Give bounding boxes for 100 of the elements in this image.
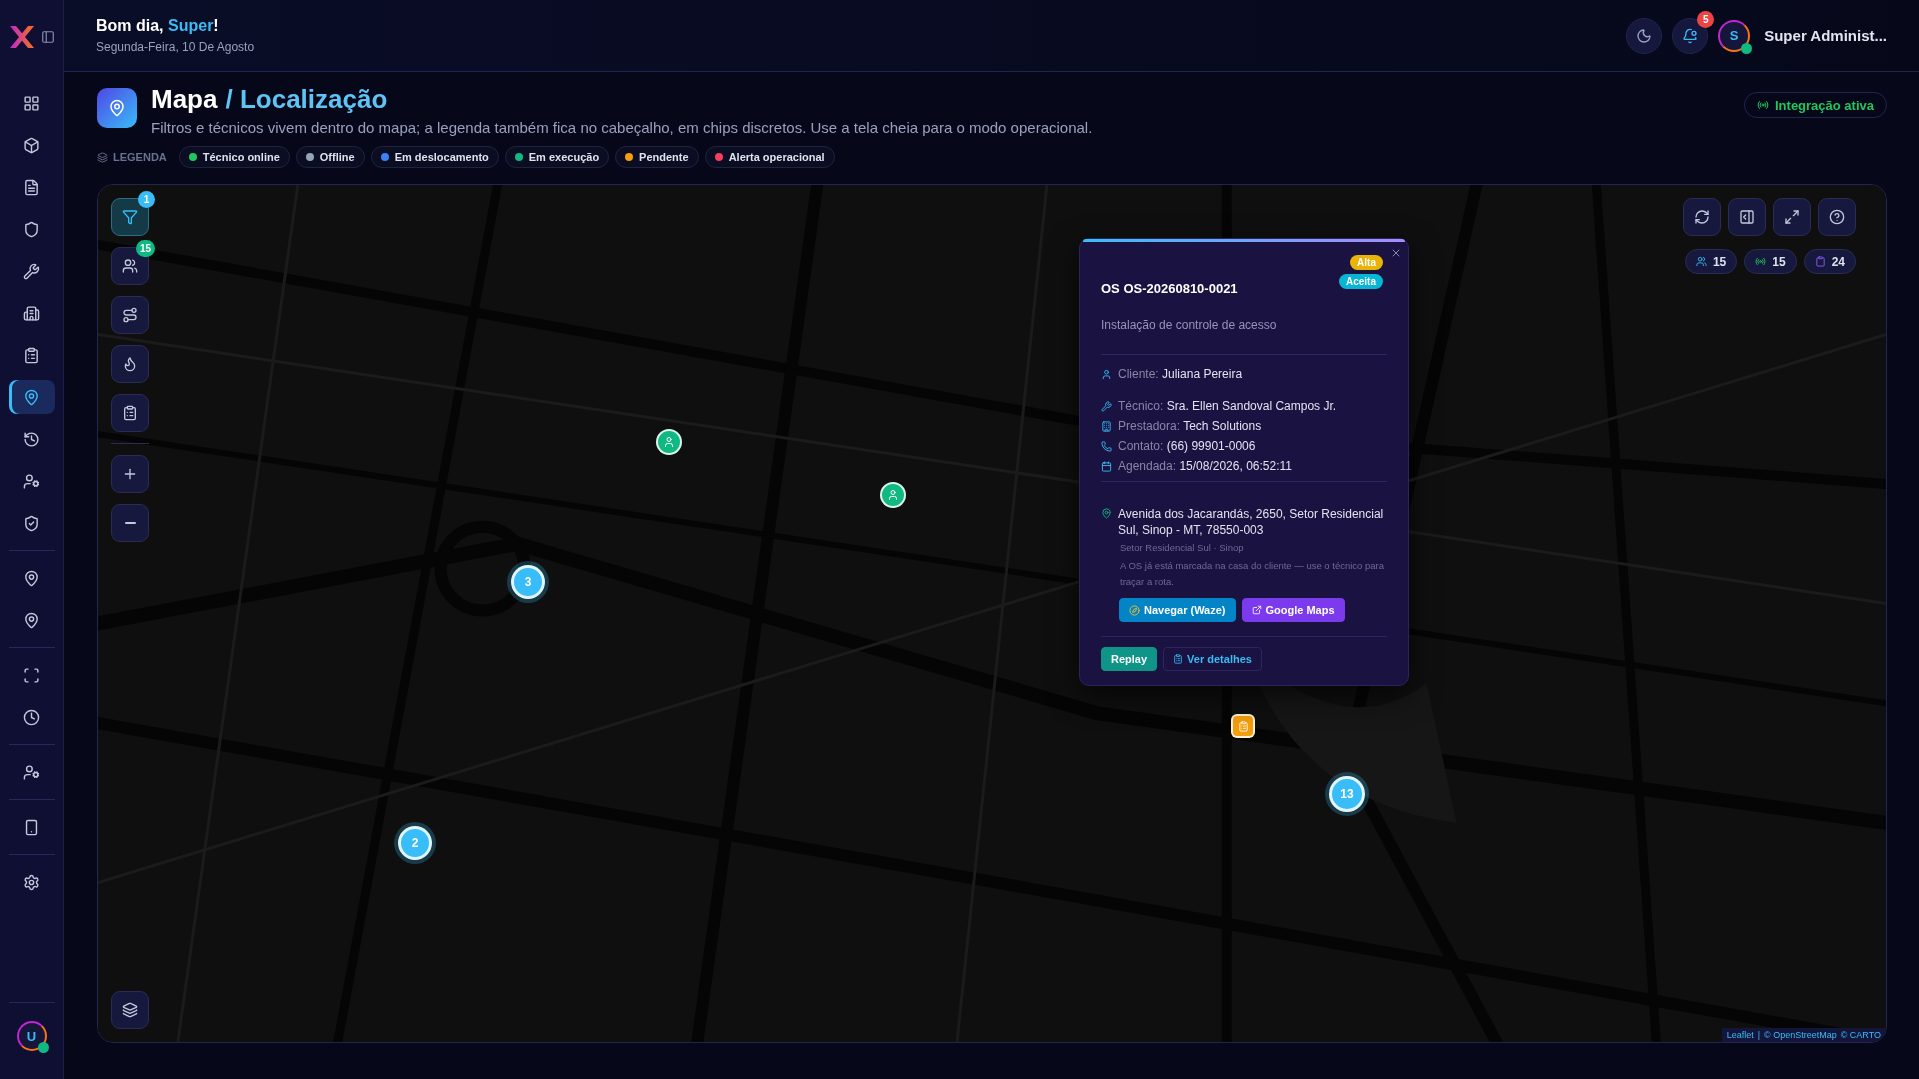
details-button[interactable]: Ver detalhes <box>1163 647 1262 671</box>
wrench-icon <box>23 262 40 280</box>
box-icon <box>23 136 40 154</box>
legend-chip: Alerta operacional <box>704 146 835 168</box>
leaflet-link[interactable]: Leaflet <box>1726 1030 1754 1040</box>
source-link[interactable]: © CARTO <box>1840 1030 1881 1040</box>
external-link-icon <box>1251 605 1262 615</box>
map-pin-icon <box>23 611 40 629</box>
status-badge: Aceita <box>1339 274 1383 289</box>
grid-icon <box>23 94 40 112</box>
heatmap-button[interactable] <box>111 345 149 383</box>
clipboard-icon <box>1237 720 1249 732</box>
map-pin-icon <box>23 388 40 406</box>
moon-icon <box>1636 27 1653 44</box>
detail-line: Contato: (66) 99901-0006 <box>1118 439 1256 453</box>
layers-icon <box>122 1002 138 1018</box>
user-gear-icon <box>23 763 40 781</box>
layers-button[interactable] <box>111 991 149 1029</box>
source-link[interactable]: © OpenStreetMap <box>1764 1030 1837 1040</box>
user-gear-icon <box>23 472 40 490</box>
settings-icon <box>23 873 40 891</box>
replay-button[interactable]: Replay <box>1101 647 1158 671</box>
user-avatar[interactable]: S <box>1718 19 1751 52</box>
history-icon <box>23 430 40 448</box>
scan-icon <box>23 666 40 684</box>
clipboard-icon <box>23 346 40 364</box>
minus-icon <box>124 522 136 524</box>
page-description: Filtros e técnicos vivem dentro do mapa; a legenda também fica no cabeçalho, em chips discretos. Use a tela cheia para o modo operacional. <box>151 119 1093 136</box>
orders-button[interactable] <box>111 394 149 432</box>
map-pin-icon <box>108 99 126 117</box>
integration-label: Integração ativa <box>1775 97 1874 113</box>
detail-line: Cliente: Juliana Pereira <box>1118 367 1243 381</box>
user-icon <box>887 489 899 501</box>
google-maps-button[interactable]: Google Maps <box>1241 598 1345 622</box>
map-pin-icon <box>23 569 40 587</box>
fullscreen-button[interactable] <box>1773 198 1811 236</box>
user-icon <box>663 436 675 448</box>
online-status-dot <box>37 1042 49 1053</box>
compass-icon <box>1129 604 1140 616</box>
address: Avenida dos Jacarandás, 2650, Setor Residencial Sul, Sinop - MT, 78550-003 <box>1118 506 1385 538</box>
page-title: Mapa / Localização <box>151 84 389 115</box>
notifications-button[interactable] <box>1672 17 1709 54</box>
shield-icon <box>23 220 40 238</box>
signal-icon <box>1757 99 1769 111</box>
service-description: Instalação de controle de acesso <box>1101 318 1278 332</box>
stat-value: 24 <box>1831 254 1845 269</box>
filter-icon <box>122 209 138 225</box>
separator: | <box>1757 1030 1760 1040</box>
notification-count: 5 <box>1697 10 1715 28</box>
wrench-icon <box>1101 400 1112 412</box>
sidebar-item[interactable] <box>8 380 55 414</box>
online-status-dot <box>1741 42 1753 54</box>
zoom-in-button[interactable] <box>111 455 149 493</box>
route-note: A OS já está marcada na casa do cliente — use o técnico para traçar a rota. <box>1120 559 1386 589</box>
clock-icon <box>23 708 40 726</box>
detail-line: Agendada: 15/08/2026, 06:52:11 <box>1118 459 1292 473</box>
greeting: Bom dia, Super! <box>96 17 220 35</box>
stat-value: 15 <box>1772 254 1786 269</box>
area-label: Setor Residencial Sul · Sinop <box>1120 541 1245 555</box>
side-panel-button[interactable] <box>1728 198 1766 236</box>
stat-value: 15 <box>1712 254 1727 269</box>
help-icon <box>1829 209 1845 225</box>
bell-icon <box>1682 27 1699 44</box>
users-icon <box>122 258 138 274</box>
logo-icon <box>8 25 35 49</box>
clipboard-icon <box>122 405 138 421</box>
legend-chip: Pendente <box>615 146 699 168</box>
shield-check-icon <box>23 514 40 532</box>
user-name[interactable]: Super Administ... <box>1764 27 1887 44</box>
plus-icon <box>122 466 138 482</box>
order-marker[interactable] <box>1231 714 1255 738</box>
document-icon <box>23 178 40 196</box>
date-label: Segunda-Feira, 10 De Agosto <box>96 40 255 54</box>
route-button[interactable] <box>111 296 149 334</box>
phone-icon <box>1101 440 1112 452</box>
calendar-icon <box>1101 460 1112 472</box>
legend-chip: Técnico online <box>178 146 290 168</box>
help-button[interactable] <box>1818 198 1856 236</box>
close-icon <box>1390 247 1402 259</box>
sidebar-toggle-icon[interactable] <box>40 30 55 44</box>
map-pin-icon <box>1101 508 1112 519</box>
expand-icon <box>1784 209 1800 225</box>
order-title: OS OS-20260810-0021 <box>1101 281 1238 296</box>
phone-icon <box>23 818 40 836</box>
waze-button[interactable]: Navegar (Waze) <box>1119 598 1236 622</box>
legend-chip: Offline <box>295 146 365 168</box>
clipboard-icon <box>1814 256 1826 267</box>
priority-badge: Alta <box>1350 255 1383 270</box>
close-button[interactable] <box>1390 247 1402 259</box>
refresh-icon <box>1694 209 1710 225</box>
refresh-button[interactable] <box>1683 198 1721 236</box>
layers-icon <box>97 151 108 163</box>
users-icon <box>1695 256 1707 267</box>
theme-toggle-button[interactable] <box>1626 17 1663 54</box>
user-icon <box>1101 368 1112 380</box>
legend-chip: Em deslocamento <box>370 146 499 168</box>
signal-icon <box>1755 256 1767 267</box>
detail-line: Prestadora: Tech Solutions <box>1118 419 1262 433</box>
user-avatar[interactable]: U <box>16 1021 47 1051</box>
legend-chip: Em execução <box>504 146 610 168</box>
